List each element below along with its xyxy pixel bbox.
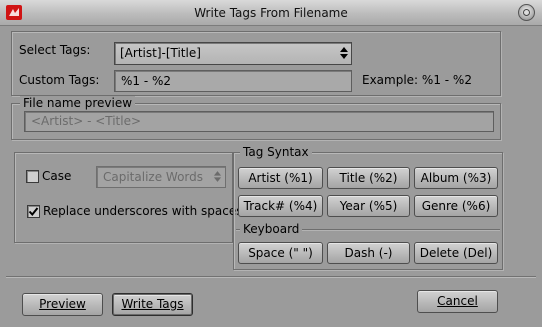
window-close-icon[interactable] — [518, 4, 535, 21]
cancel-button-label: Cancel — [437, 294, 478, 308]
replace-underscores-label[interactable]: Replace underscores with spaces — [43, 204, 242, 218]
file-name-preview-field: <Artist> - <Title> — [24, 111, 494, 132]
track-tag-button[interactable]: Track# (%4) — [238, 195, 323, 217]
footer-separator — [6, 276, 536, 277]
select-tags-dropdown[interactable]: [Artist]-[Title] — [114, 42, 352, 65]
custom-tags-input[interactable]: %1 - %2 — [114, 70, 352, 92]
select-tags-value: [Artist]-[Title] — [120, 46, 201, 60]
genre-tag-button[interactable]: Genre (%6) — [414, 195, 498, 217]
artist-tag-button[interactable]: Artist (%1) — [238, 167, 323, 189]
dash-button[interactable]: Dash (-) — [327, 242, 410, 264]
year-tag-button[interactable]: Year (%5) — [327, 195, 410, 217]
case-label[interactable]: Case — [42, 169, 71, 183]
preview-button[interactable]: Preview — [22, 293, 103, 316]
cancel-button[interactable]: Cancel — [417, 290, 498, 313]
window-title: Write Tags From Filename — [194, 6, 348, 20]
file-name-preview-legend: File name preview — [20, 96, 136, 110]
checkmark-icon — [28, 207, 39, 217]
select-tags-label: Select Tags: — [19, 43, 91, 57]
tag-syntax-legend: Tag Syntax — [240, 145, 312, 159]
case-checkbox[interactable] — [26, 170, 39, 183]
space-button[interactable]: Space (" ") — [238, 242, 323, 264]
case-select[interactable]: Capitalize Words — [96, 166, 226, 188]
title-tag-button[interactable]: Title (%2) — [327, 167, 410, 189]
example-text: Example: %1 - %2 — [362, 73, 472, 87]
spinner-arrows-icon[interactable] — [339, 46, 349, 60]
custom-tags-label: Custom Tags: — [19, 73, 100, 87]
case-select-value: Capitalize Words — [103, 170, 204, 184]
preview-button-label: Preview — [39, 297, 86, 311]
delete-button[interactable]: Delete (Del) — [414, 242, 498, 264]
album-tag-button[interactable]: Album (%3) — [414, 167, 498, 189]
spinner-arrows-icon — [213, 171, 222, 182]
write-tags-button-label: Write Tags — [121, 297, 184, 311]
keyboard-legend: Keyboard — [240, 222, 303, 236]
write-tags-button[interactable]: Write Tags — [112, 293, 193, 316]
